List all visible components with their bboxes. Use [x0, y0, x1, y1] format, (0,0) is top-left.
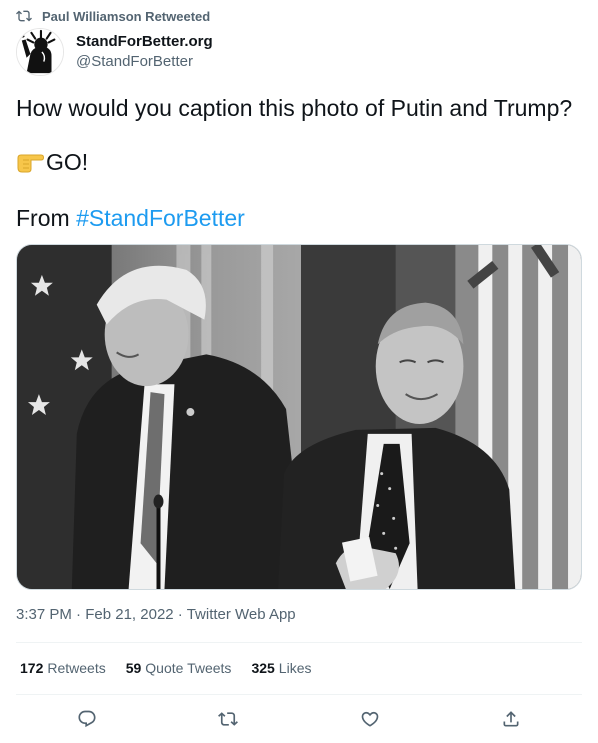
- tweet-meta: 3:37 PM · Feb 21, 2022 · Twitter Web App: [16, 606, 296, 623]
- tweet-actions: [16, 704, 582, 734]
- retweeted-by-text: Paul Williamson Retweeted: [42, 8, 211, 24]
- retweets-stat[interactable]: 172 Retweets: [20, 660, 106, 676]
- from-text: From: [16, 205, 77, 231]
- likes-stat[interactable]: 325 Likes: [251, 660, 311, 676]
- retweets-label: Retweets: [47, 660, 106, 676]
- divider: [16, 642, 582, 643]
- tweet-text-line-1: How would you caption this photo of Puti…: [16, 95, 573, 121]
- author-handle[interactable]: @StandForBetter: [76, 52, 213, 72]
- quote-tweets-stat[interactable]: 59 Quote Tweets: [126, 660, 232, 676]
- tweet-date[interactable]: Feb 21, 2022: [85, 606, 173, 623]
- meta-separator: ·: [71, 606, 86, 623]
- likes-count: 325: [251, 660, 275, 676]
- statue-of-liberty-logo: [17, 29, 63, 75]
- tweet-source: Twitter Web App: [186, 606, 296, 623]
- tweet-author[interactable]: StandForBetter.org @StandForBetter: [16, 28, 213, 76]
- author-display-name[interactable]: StandForBetter.org: [76, 32, 213, 52]
- hashtag-link[interactable]: #StandForBetter: [76, 205, 245, 231]
- tweet-time[interactable]: 3:37 PM: [16, 606, 72, 623]
- likes-label: Likes: [278, 660, 312, 676]
- tweet-stats: 172 Retweets 59 Quote Tweets 325 Likes: [20, 660, 311, 676]
- backhand-index-pointing-right-emoji: [17, 154, 44, 173]
- heart-icon: [361, 711, 379, 727]
- divider: [16, 694, 582, 695]
- share-button[interactable]: [496, 704, 526, 734]
- meta-separator: ·: [173, 606, 187, 623]
- quote-count: 59: [125, 660, 142, 676]
- retweet-icon: [16, 10, 32, 22]
- retweet-button[interactable]: [213, 704, 243, 734]
- tweet-text-line-3: From #StandForBetter: [16, 204, 245, 232]
- reply-icon: [78, 710, 96, 728]
- retweet-icon: [218, 712, 239, 726]
- tweet-text-line-2: GO!: [16, 148, 88, 176]
- retweeted-by-header[interactable]: Paul Williamson Retweeted: [16, 6, 210, 26]
- reply-button[interactable]: [72, 704, 102, 734]
- share-icon: [503, 711, 519, 727]
- tweet-photo[interactable]: [16, 244, 582, 590]
- tweet-go-text: GO!: [46, 149, 89, 175]
- photo-putin-trump: [17, 245, 581, 589]
- quote-label: Quote Tweets: [145, 660, 232, 676]
- like-button[interactable]: [355, 704, 385, 734]
- avatar[interactable]: [16, 28, 64, 76]
- retweets-count: 172: [20, 660, 44, 676]
